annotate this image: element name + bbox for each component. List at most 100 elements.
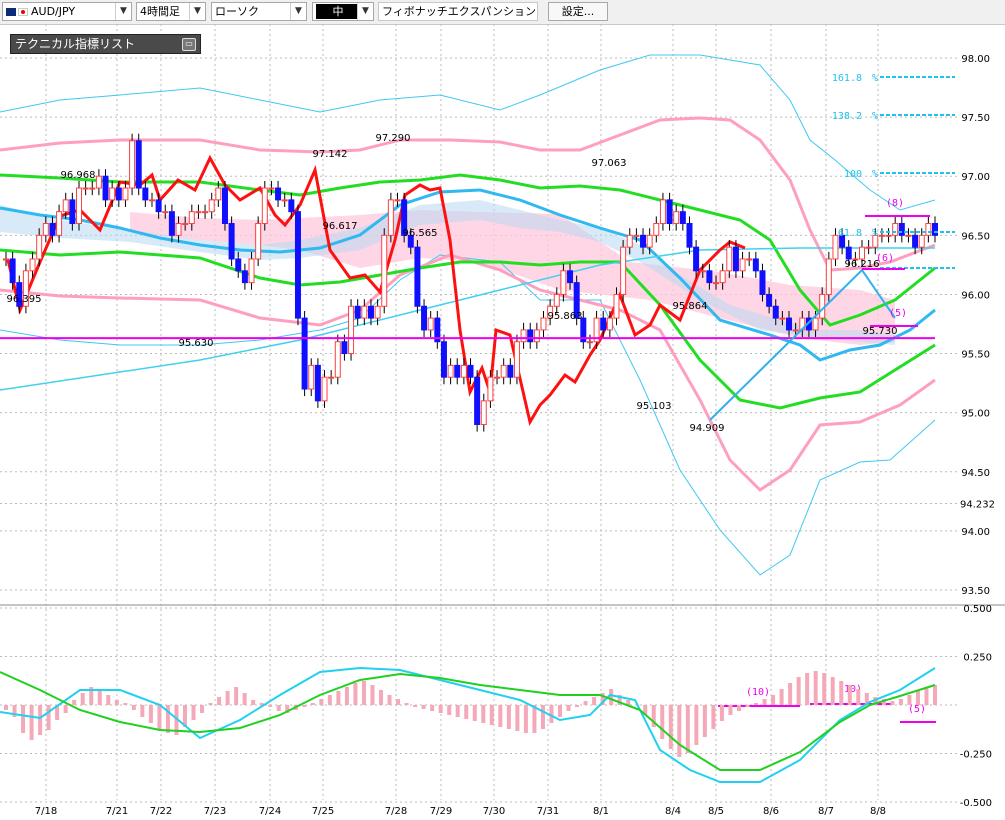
price-annotation: 95.863 bbox=[548, 311, 583, 322]
x-tick-label: 8/7 bbox=[818, 806, 834, 817]
histogram-bar bbox=[830, 677, 835, 705]
candle-body bbox=[261, 187, 268, 225]
timeframe-select[interactable]: 4時間足 ▼ bbox=[136, 2, 206, 21]
candle-body bbox=[752, 258, 759, 272]
price-annotation: 97.063 bbox=[592, 158, 627, 169]
histogram-bar bbox=[208, 703, 213, 705]
candle-body bbox=[275, 187, 282, 201]
histogram-bar bbox=[29, 705, 34, 740]
candle-body bbox=[188, 211, 195, 225]
candle-body bbox=[766, 293, 773, 307]
symbol-select[interactable]: AUD/JPY ▼ bbox=[2, 2, 132, 21]
candle-body bbox=[175, 223, 182, 236]
histogram-bar bbox=[276, 705, 281, 711]
candle-body bbox=[553, 293, 560, 307]
price-annotation: 95.864 bbox=[673, 301, 708, 312]
x-tick-label: 7/22 bbox=[150, 806, 172, 817]
histogram-bar bbox=[327, 695, 332, 705]
settings-button[interactable]: 設定... bbox=[548, 2, 608, 21]
y-tick-label: 95.50 bbox=[961, 350, 990, 361]
drawing-tool-label: フィボナッチエクスパンション bbox=[382, 5, 536, 18]
histogram-bar bbox=[847, 685, 852, 705]
histogram-bar bbox=[404, 703, 409, 705]
candle-body bbox=[427, 317, 434, 331]
x-tick-label: 7/18 bbox=[35, 806, 57, 817]
candle-body bbox=[772, 305, 779, 319]
chart-type-select[interactable]: ローソク ▼ bbox=[211, 2, 307, 21]
histogram-bar bbox=[898, 699, 903, 705]
chevron-down-icon[interactable]: ▼ bbox=[115, 3, 131, 20]
y-tick-label: 95.00 bbox=[961, 409, 990, 420]
histogram-bar bbox=[131, 705, 136, 710]
candle-body bbox=[746, 258, 753, 261]
candle-body bbox=[885, 234, 892, 237]
histogram-bar bbox=[660, 705, 665, 739]
candle-body bbox=[235, 258, 242, 272]
price-annotation: 97.290 bbox=[376, 133, 411, 144]
histogram-bar bbox=[796, 677, 801, 705]
histogram-bar bbox=[856, 689, 861, 705]
histogram-bar bbox=[344, 687, 349, 705]
candle-body bbox=[659, 199, 666, 225]
histogram-bar bbox=[566, 705, 571, 711]
histogram-bar bbox=[361, 681, 366, 705]
candle-body bbox=[673, 211, 680, 225]
candle-body bbox=[865, 246, 872, 249]
candle-body bbox=[912, 234, 919, 248]
collapse-icon[interactable]: ▭ bbox=[182, 38, 196, 51]
histogram-bar bbox=[310, 703, 315, 705]
flag-jp-icon bbox=[18, 8, 28, 16]
candle-body bbox=[500, 364, 507, 378]
histogram-bar bbox=[489, 705, 494, 725]
candle-body bbox=[533, 329, 540, 343]
price-chart[interactable]: 161.8 % 138.2 % 100 % 61.8 % 96.968 96.395 95.630 9… bbox=[0, 24, 1005, 820]
y-tick-label: 97.00 bbox=[961, 172, 990, 183]
histogram-bar bbox=[336, 691, 341, 705]
histogram-bar bbox=[46, 705, 51, 730]
candle-body bbox=[69, 199, 76, 225]
histogram-bar bbox=[80, 693, 85, 705]
histogram-bar bbox=[140, 705, 145, 717]
cycle-label: (5) bbox=[889, 308, 907, 319]
indicator-list-panel[interactable]: テクニカル指標リスト ▭ bbox=[10, 34, 201, 54]
candle-body bbox=[301, 317, 308, 390]
candle-body bbox=[732, 246, 739, 272]
timeframe-label: 4時間足 bbox=[140, 5, 180, 18]
histogram-bar bbox=[668, 705, 673, 749]
histogram-bar bbox=[472, 705, 477, 721]
candle-body bbox=[460, 364, 467, 378]
candle-body bbox=[268, 187, 275, 190]
histogram-bar bbox=[72, 700, 77, 705]
histogram-bar bbox=[234, 687, 239, 705]
histogram-bar bbox=[575, 705, 580, 707]
histogram-bar bbox=[839, 681, 844, 705]
candle-body bbox=[633, 234, 640, 237]
chevron-down-icon[interactable]: ▼ bbox=[290, 3, 306, 20]
candle-body bbox=[513, 341, 520, 378]
candle-body bbox=[381, 234, 388, 307]
histogram-bar bbox=[532, 705, 537, 733]
candle-body bbox=[241, 270, 248, 284]
fib-marker: % bbox=[872, 73, 878, 84]
candle-body bbox=[447, 364, 454, 378]
style-select[interactable]: 中 ▼ bbox=[312, 2, 374, 21]
chevron-down-icon[interactable]: ▼ bbox=[357, 3, 373, 20]
toolbar: AUD/JPY ▼ 4時間足 ▼ ローソク ▼ 中 ▼ フィボナッチエクスパンシ… bbox=[0, 0, 1005, 25]
candle-body bbox=[686, 223, 693, 248]
fib-label: 61.8 bbox=[838, 228, 862, 239]
candle-body bbox=[9, 258, 16, 284]
candle-body bbox=[626, 234, 633, 248]
histogram-bar bbox=[771, 695, 776, 705]
candle-body bbox=[321, 376, 328, 402]
chevron-down-icon[interactable]: ▼ bbox=[189, 3, 205, 20]
candle-body bbox=[892, 223, 899, 236]
candle-body bbox=[620, 246, 627, 295]
candle-body bbox=[825, 258, 832, 295]
candle-body bbox=[374, 305, 381, 319]
y-tick-label: 97.50 bbox=[961, 113, 990, 124]
candle-body bbox=[666, 199, 673, 225]
candle-body bbox=[706, 270, 713, 284]
candle-body bbox=[925, 223, 932, 236]
histogram-bar bbox=[540, 705, 545, 729]
drawing-tool-field[interactable]: フィボナッチエクスパンション bbox=[378, 2, 538, 21]
